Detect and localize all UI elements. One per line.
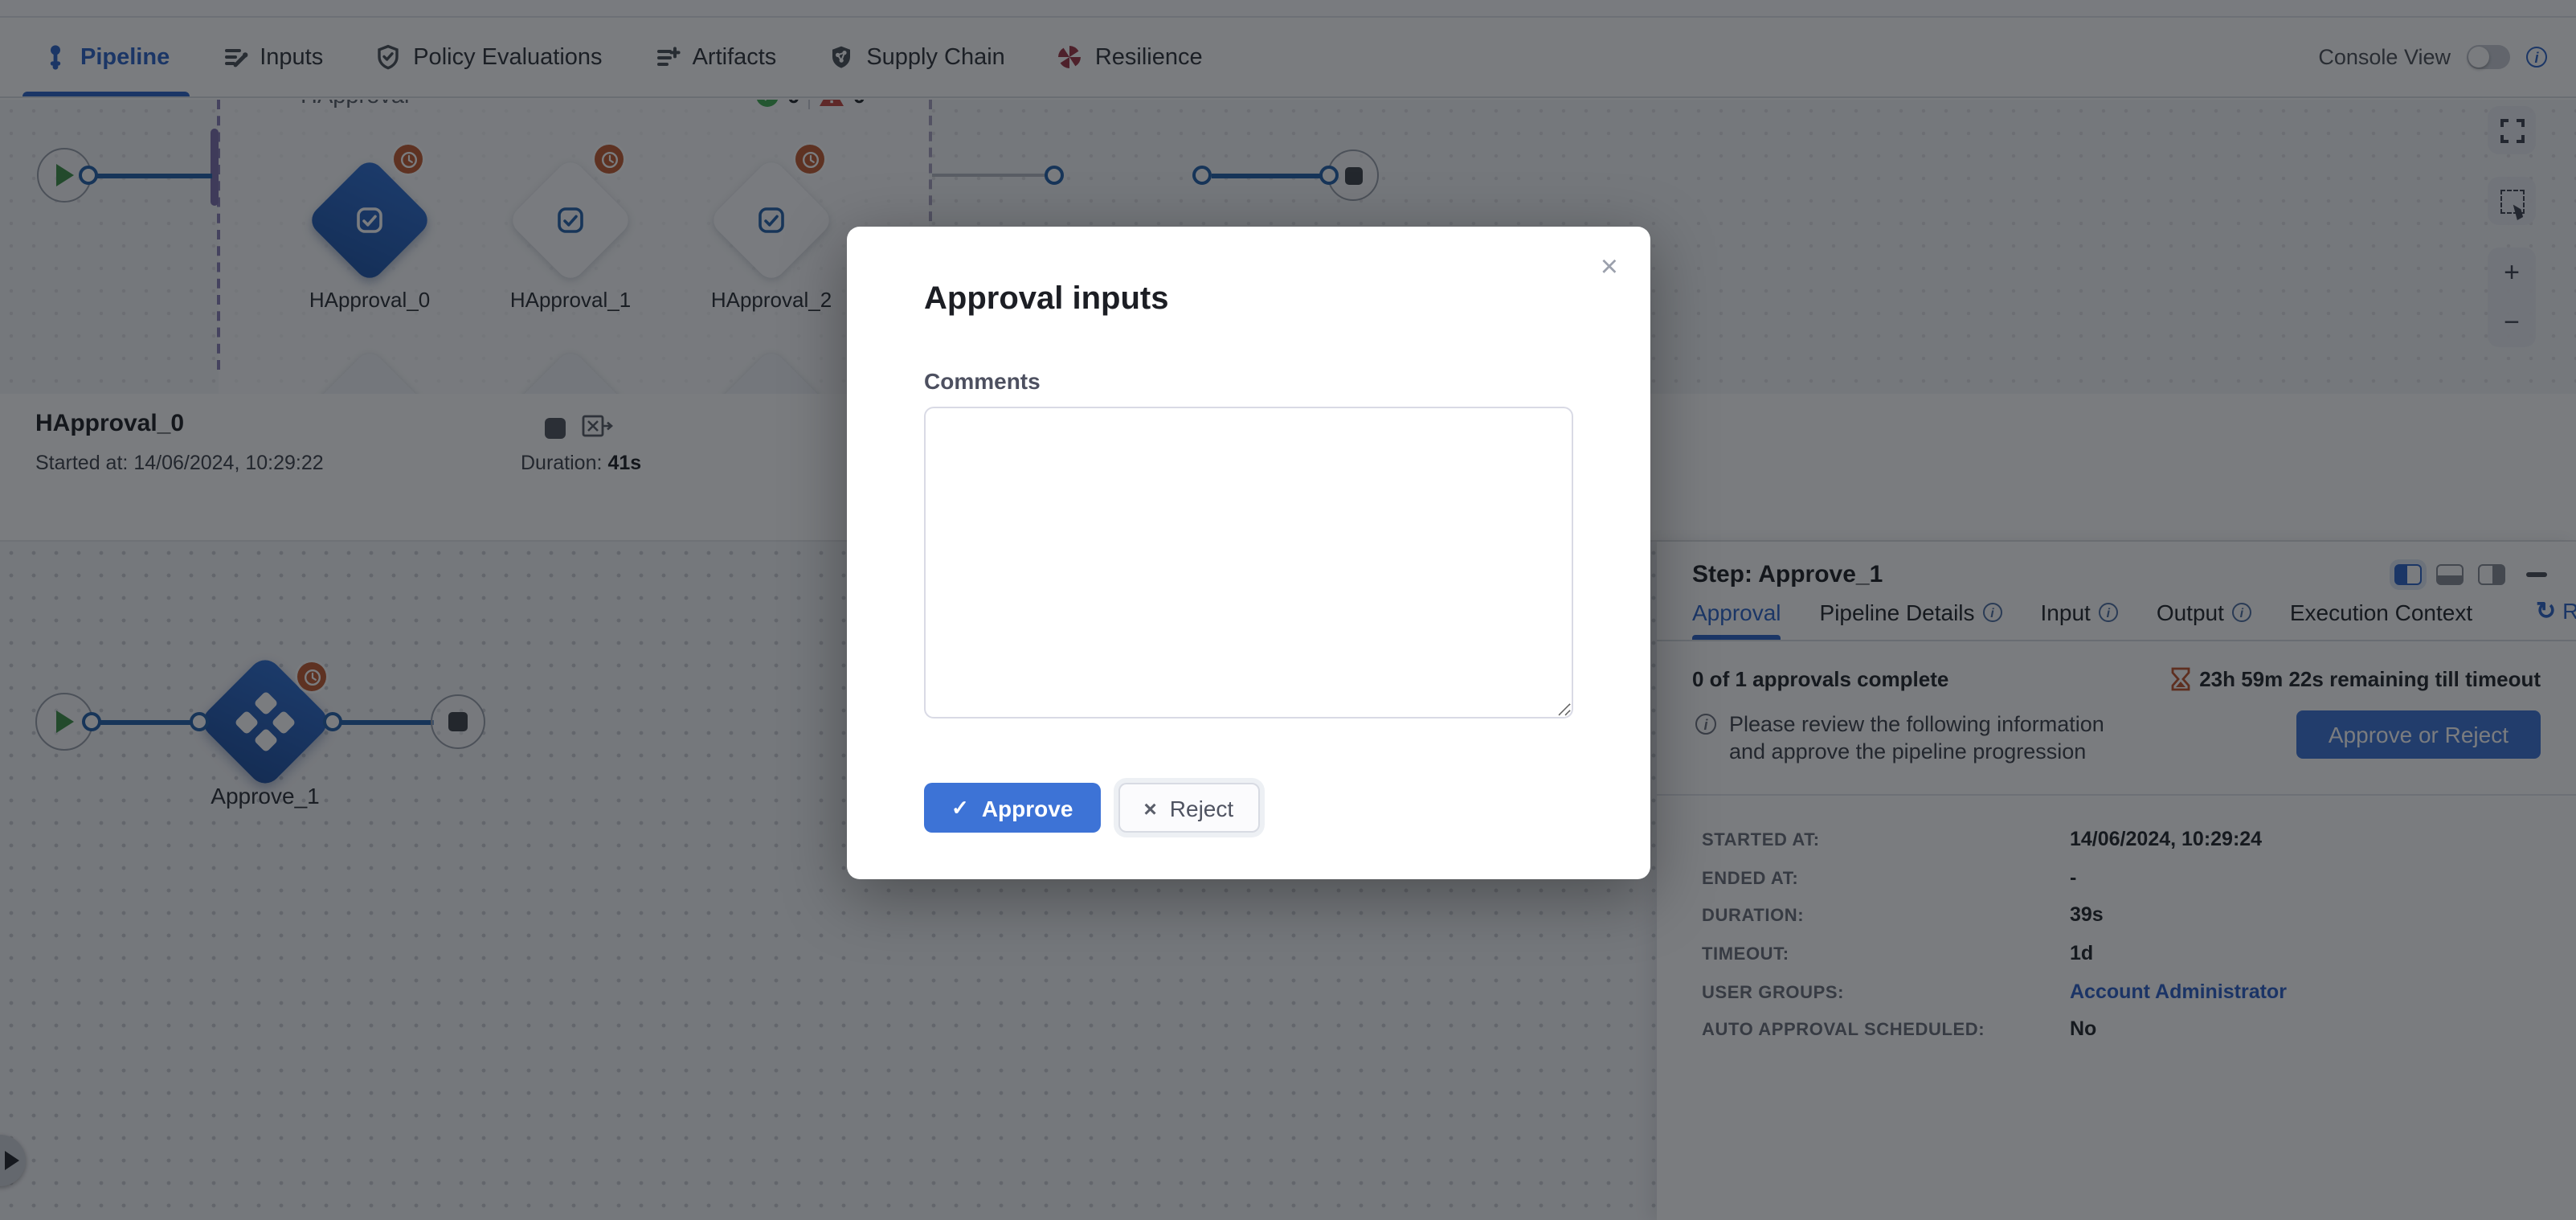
comments-label: Comments — [924, 368, 1573, 394]
approval-inputs-modal: × Approval inputs Comments ✓ Approve × R… — [847, 227, 1650, 879]
pipeline-execution-page: Pipeline Inputs Policy Evaluations A — [0, 0, 2576, 1220]
reject-button[interactable]: × Reject — [1118, 783, 1259, 833]
modal-buttons: ✓ Approve × Reject — [924, 783, 1573, 833]
reject-label: Reject — [1170, 795, 1233, 821]
x-icon: × — [1143, 795, 1156, 821]
modal-title: Approval inputs — [924, 281, 1573, 318]
approve-label: Approve — [982, 795, 1073, 821]
check-icon: ✓ — [951, 795, 969, 821]
close-icon[interactable]: × — [1601, 252, 1618, 283]
comments-input[interactable] — [924, 407, 1573, 718]
approve-button[interactable]: ✓ Approve — [924, 783, 1100, 833]
